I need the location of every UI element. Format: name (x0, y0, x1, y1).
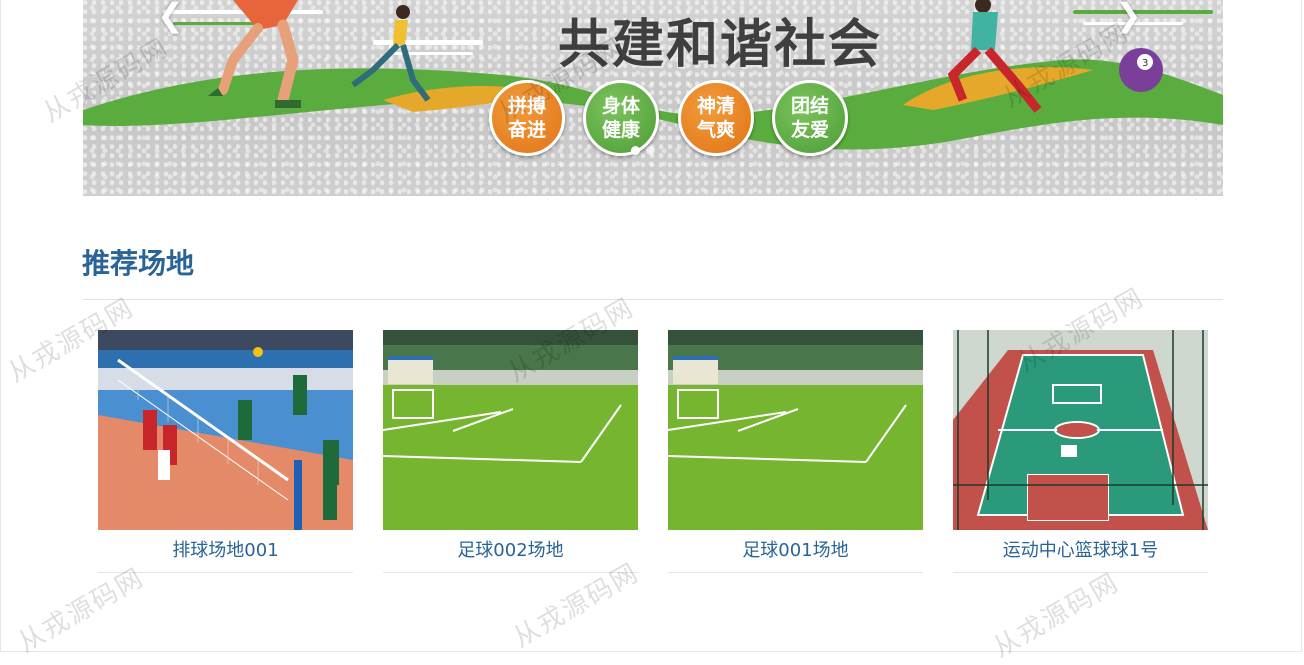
venue-card-soccer-002[interactable]: 足球002场地 (383, 330, 638, 573)
venue-name[interactable]: 足球001场地 (668, 530, 923, 573)
badge-refreshed-mind: 神清 气爽 (678, 80, 754, 156)
volleyball-match-photo[interactable] (98, 330, 353, 530)
venue-name[interactable]: 排球场地001 (98, 530, 353, 573)
badge-text: 奋进 (507, 119, 546, 141)
venue-card-basketball-1[interactable]: 运动中心篮球球1号 (953, 330, 1208, 573)
venue-name[interactable]: 运动中心篮球球1号 (953, 530, 1208, 573)
carousel-dot[interactable] (631, 146, 640, 155)
carousel-dot[interactable] (646, 146, 655, 155)
badge-fight-forward: 拼搏 奋进 (489, 80, 565, 156)
soccer-field-photo[interactable] (668, 330, 923, 530)
section-title: 推荐场地 (82, 247, 195, 280)
venue-card-soccer-001[interactable]: 足球001场地 (668, 330, 923, 573)
banner-title: 共建和谐社会 (557, 15, 882, 75)
venue-list: 排球场地001 足球002场地 足球001场地 运动中心篮球球1号 (98, 330, 1208, 573)
banner-carousel[interactable]: 3 共建和谐社会 拼搏 奋进 身体 健康 神清 气爽 团结 友爱 ❮ ❯ (83, 0, 1223, 196)
venue-name[interactable]: 足球002场地 (383, 530, 638, 573)
badge-text: 友爱 (790, 119, 829, 141)
badge-unity-friendship: 团结 友爱 (772, 80, 848, 156)
svg-text:3: 3 (1142, 58, 1148, 69)
soccer-field-photo[interactable] (383, 330, 638, 530)
badge-text: 气爽 (696, 119, 735, 141)
badge-healthy-body: 身体 健康 (583, 80, 659, 156)
badge-text: 拼搏 (507, 95, 546, 117)
badge-text: 团结 (790, 95, 829, 117)
venue-card-volleyball-001[interactable]: 排球场地001 (98, 330, 353, 573)
badge-text: 神清 (696, 95, 735, 117)
badge-text: 身体 (601, 95, 640, 117)
basketball-court-photo[interactable] (953, 330, 1208, 530)
chevron-right-icon[interactable]: ❯ (1115, 0, 1142, 31)
section-divider (83, 299, 1223, 300)
chevron-left-icon[interactable]: ❮ (157, 0, 184, 31)
badge-text: 健康 (601, 119, 640, 141)
carousel-indicators (631, 146, 655, 155)
